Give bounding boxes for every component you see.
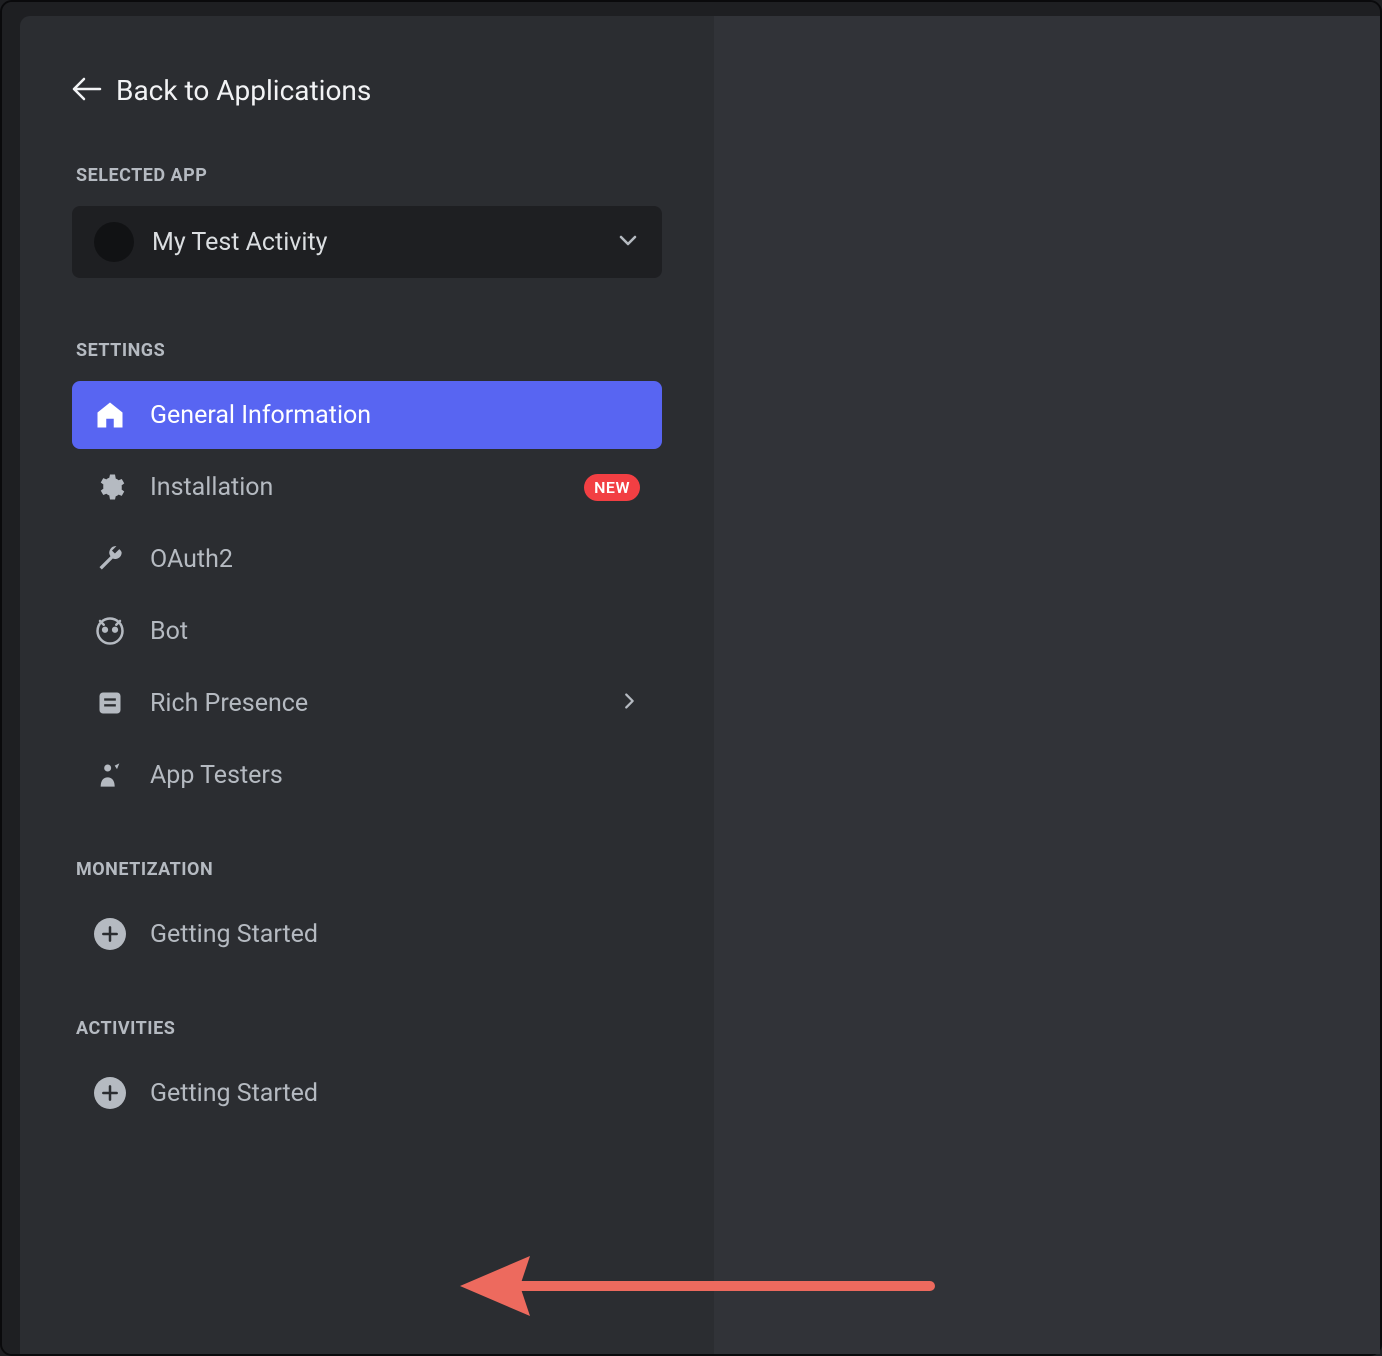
document-icon [94, 687, 126, 719]
gear-icon [94, 471, 126, 503]
back-to-applications-link[interactable]: Back to Applications [72, 74, 662, 107]
nav-label: Installation [150, 473, 560, 502]
nav-item-installation[interactable]: Installation NEW [72, 453, 662, 521]
app-selector-dropdown[interactable]: My Test Activity [72, 206, 662, 278]
nav-label: General Information [150, 401, 640, 430]
nav-item-rich-presence[interactable]: Rich Presence [72, 669, 662, 737]
nav-item-monetization-getting-started[interactable]: Getting Started [72, 900, 662, 968]
nav-label: App Testers [150, 761, 640, 790]
nav-item-bot[interactable]: Bot [72, 597, 662, 665]
nav-label: Rich Presence [150, 689, 594, 718]
main-content-area [714, 16, 1380, 1354]
selected-app-header: SELECTED APP [72, 165, 662, 186]
activities-header: ACTIVITIES [72, 1018, 662, 1039]
nav-label: Getting Started [150, 920, 640, 949]
monetization-header: MONETIZATION [72, 859, 662, 880]
chevron-right-icon [618, 690, 640, 716]
plus-circle-icon [94, 918, 126, 950]
settings-header: SETTINGS [72, 340, 662, 361]
person-wave-icon [94, 759, 126, 791]
back-link-label: Back to Applications [116, 74, 371, 107]
plus-circle-icon [94, 1077, 126, 1109]
settings-nav-list: General Information Installation NEW OAu [72, 381, 662, 809]
nav-label: Bot [150, 617, 640, 646]
home-icon [94, 399, 126, 431]
app-avatar [94, 222, 134, 262]
chevron-down-icon [616, 228, 640, 256]
nav-item-general-information[interactable]: General Information [72, 381, 662, 449]
app-name-label: My Test Activity [152, 228, 598, 257]
nav-item-app-testers[interactable]: App Testers [72, 741, 662, 809]
new-badge: NEW [584, 474, 640, 501]
monetization-nav-list: Getting Started [72, 900, 662, 968]
nav-item-oauth2[interactable]: OAuth2 [72, 525, 662, 593]
activities-nav-list: Getting Started [72, 1059, 662, 1127]
arrow-left-icon [72, 77, 102, 105]
bot-icon [94, 615, 126, 647]
nav-label: Getting Started [150, 1079, 640, 1108]
nav-label: OAuth2 [150, 545, 640, 574]
nav-item-activities-getting-started[interactable]: Getting Started [72, 1059, 662, 1127]
wrench-icon [94, 543, 126, 575]
sidebar: Back to Applications SELECTED APP My Tes… [20, 16, 714, 1354]
